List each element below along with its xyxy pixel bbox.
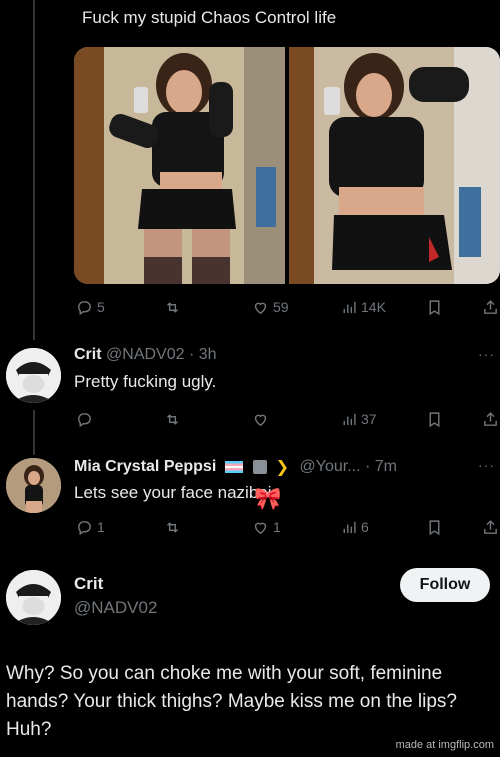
share-button[interactable] bbox=[482, 299, 499, 316]
display-name[interactable]: Crit bbox=[74, 346, 102, 363]
avatar[interactable] bbox=[6, 570, 61, 625]
views-button[interactable]: 14K bbox=[340, 299, 386, 316]
reply-icon bbox=[78, 412, 91, 427]
bookmark-button[interactable] bbox=[426, 519, 443, 536]
like-button[interactable]: 59 bbox=[252, 299, 289, 316]
focused-tweet-text: Why? So you can choke me with your soft,… bbox=[6, 663, 457, 740]
reply-1-header: Crit @NADV02 · 3h bbox=[74, 346, 217, 364]
retweet-icon bbox=[167, 301, 178, 313]
reply-2-actions: 1 1 6 bbox=[76, 516, 500, 538]
like-button[interactable]: 1 bbox=[252, 519, 281, 536]
reply-1-actions: 37 bbox=[76, 408, 500, 430]
focused-display-name[interactable]: Crit bbox=[74, 574, 103, 594]
views-count: 14K bbox=[361, 299, 386, 315]
views-button[interactable]: 6 bbox=[340, 519, 369, 536]
share-icon bbox=[484, 411, 497, 426]
heart-icon bbox=[254, 302, 267, 314]
reply-text: Lets see your face naziboi bbox=[74, 483, 272, 502]
more-icon[interactable]: ··· bbox=[478, 346, 495, 362]
retweet-icon bbox=[167, 413, 178, 425]
share-icon bbox=[484, 519, 497, 534]
bookmark-button[interactable] bbox=[426, 411, 443, 428]
reply-button[interactable] bbox=[76, 411, 93, 428]
display-name[interactable]: Mia Crystal Peppsi bbox=[74, 458, 216, 475]
avatar[interactable] bbox=[6, 458, 61, 513]
bookmark-button[interactable] bbox=[426, 299, 443, 316]
bookmark-icon bbox=[429, 411, 440, 427]
reply-icon bbox=[78, 520, 91, 535]
heart-icon bbox=[254, 522, 267, 534]
timestamp[interactable]: · 3h bbox=[189, 346, 217, 363]
tweet-caption: Fuck my stupid Chaos Control life bbox=[82, 8, 337, 27]
reply-2-header: Mia Crystal Peppsi ❯ @Your... · 7m bbox=[74, 457, 397, 477]
bookmark-icon bbox=[429, 519, 440, 535]
reply-text: Pretty fucking ugly. bbox=[74, 372, 217, 391]
thread-line bbox=[33, 0, 35, 340]
focused-user-handle[interactable]: @NADV02 bbox=[74, 598, 157, 618]
views-icon bbox=[343, 413, 356, 425]
avatar[interactable] bbox=[6, 348, 61, 403]
thread-line bbox=[33, 410, 35, 455]
like-button[interactable] bbox=[252, 411, 269, 428]
more-icon[interactable]: ··· bbox=[478, 457, 495, 473]
banana-icon: ❯ bbox=[275, 459, 290, 476]
timestamp[interactable]: · 7m bbox=[365, 458, 397, 475]
heart-icon bbox=[254, 414, 267, 426]
retweet-button[interactable] bbox=[164, 411, 181, 428]
views-count: 6 bbox=[361, 519, 369, 535]
trans-flag-icon bbox=[224, 461, 243, 473]
bookmark-icon bbox=[429, 299, 440, 315]
reply-count: 5 bbox=[97, 299, 105, 315]
pink-bow-icon: 🎀 bbox=[254, 486, 282, 511]
views-button[interactable]: 37 bbox=[340, 411, 377, 428]
like-count: 59 bbox=[273, 299, 289, 315]
retweet-button[interactable] bbox=[164, 519, 181, 536]
train-icon bbox=[253, 460, 268, 474]
user-handle[interactable]: @Your... bbox=[300, 458, 361, 475]
share-button[interactable] bbox=[482, 411, 499, 428]
imgflip-watermark: made at imgflip.com bbox=[395, 739, 494, 751]
retweet-button[interactable] bbox=[164, 299, 181, 316]
reply-button[interactable]: 5 bbox=[76, 299, 105, 316]
tweet-media[interactable] bbox=[74, 47, 500, 284]
photo-1[interactable] bbox=[74, 47, 285, 284]
top-tweet-actions: 5 59 14K bbox=[76, 296, 500, 318]
user-handle[interactable]: @NADV02 bbox=[106, 346, 185, 363]
reply-icon bbox=[78, 300, 91, 315]
like-count: 1 bbox=[273, 519, 281, 535]
retweet-icon bbox=[167, 521, 178, 533]
views-count: 37 bbox=[361, 411, 377, 427]
share-icon bbox=[484, 299, 497, 314]
views-icon bbox=[343, 521, 356, 533]
photo-2[interactable] bbox=[289, 47, 500, 284]
reply-button[interactable]: 1 bbox=[76, 519, 105, 536]
reply-count: 1 bbox=[97, 519, 105, 535]
views-icon bbox=[343, 301, 356, 313]
follow-button[interactable]: Follow bbox=[400, 568, 490, 602]
share-button[interactable] bbox=[482, 519, 499, 536]
